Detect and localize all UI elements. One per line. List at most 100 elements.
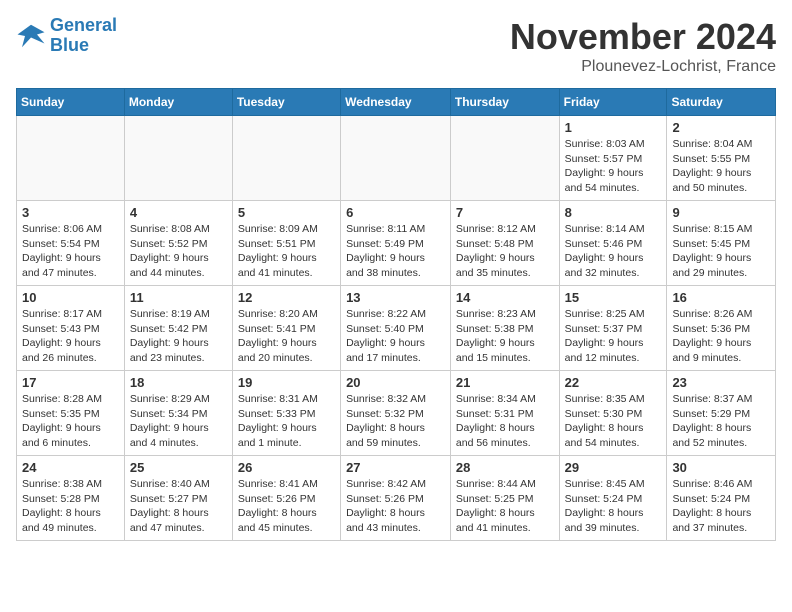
calendar-cell: 13 Sunrise: 8:22 AM Sunset: 5:40 PM Dayli… (341, 286, 451, 371)
column-header-friday: Friday (559, 89, 667, 116)
day-info: Sunrise: 8:15 AM Sunset: 5:45 PM Dayligh… (672, 222, 770, 281)
calendar-cell: 4 Sunrise: 8:08 AM Sunset: 5:52 PM Daylig… (124, 201, 232, 286)
day-info: Sunrise: 8:32 AM Sunset: 5:32 PM Dayligh… (346, 392, 445, 451)
day-number: 10 (22, 290, 119, 305)
column-header-sunday: Sunday (17, 89, 125, 116)
day-number: 18 (130, 375, 227, 390)
location: Plounevez-Lochrist, France (510, 58, 776, 76)
calendar-cell (17, 116, 125, 201)
day-number: 28 (456, 460, 554, 475)
day-info: Sunrise: 8:46 AM Sunset: 5:24 PM Dayligh… (672, 477, 770, 536)
day-info: Sunrise: 8:35 AM Sunset: 5:30 PM Dayligh… (565, 392, 662, 451)
day-info: Sunrise: 8:08 AM Sunset: 5:52 PM Dayligh… (130, 222, 227, 281)
calendar-cell: 25 Sunrise: 8:40 AM Sunset: 5:27 PM Dayli… (124, 456, 232, 541)
day-info: Sunrise: 8:20 AM Sunset: 5:41 PM Dayligh… (238, 307, 335, 366)
day-number: 22 (565, 375, 662, 390)
logo-text: General Blue (50, 16, 117, 56)
calendar-cell: 23Sunrise: 8:37 AM Sunset: 5:29 PM Dayli… (667, 371, 776, 456)
calendar-cell: 16 Sunrise: 8:26 AM Sunset: 5:36 PM Dayli… (667, 286, 776, 371)
day-number: 27 (346, 460, 445, 475)
day-number: 30 (672, 460, 770, 475)
day-number: 9 (672, 205, 770, 220)
logo: General Blue (16, 16, 117, 56)
day-number: 24 (22, 460, 119, 475)
day-number: 26 (238, 460, 335, 475)
day-number: 2 (672, 120, 770, 135)
calendar-cell: 18 Sunrise: 8:29 AM Sunset: 5:34 PM Dayli… (124, 371, 232, 456)
day-number: 16 (672, 290, 770, 305)
calendar-cell: 29Sunrise: 8:45 AM Sunset: 5:24 PM Dayli… (559, 456, 667, 541)
day-info: Sunrise: 8:45 AM Sunset: 5:24 PM Dayligh… (565, 477, 662, 536)
calendar-cell: 24 Sunrise: 8:38 AM Sunset: 5:28 PM Dayli… (17, 456, 125, 541)
day-info: Sunrise: 8:42 AM Sunset: 5:26 PM Dayligh… (346, 477, 445, 536)
day-info: Sunrise: 8:17 AM Sunset: 5:43 PM Dayligh… (22, 307, 119, 366)
calendar-cell: 9 Sunrise: 8:15 AM Sunset: 5:45 PM Daylig… (667, 201, 776, 286)
calendar-cell: 19Sunrise: 8:31 AM Sunset: 5:33 PM Dayli… (232, 371, 340, 456)
day-info: Sunrise: 8:28 AM Sunset: 5:35 PM Dayligh… (22, 392, 119, 451)
calendar-week-row: 1 Sunrise: 8:03 AM Sunset: 5:57 PM Daylig… (17, 116, 776, 201)
day-info: Sunrise: 8:44 AM Sunset: 5:25 PM Dayligh… (456, 477, 554, 536)
day-info: Sunrise: 8:11 AM Sunset: 5:49 PM Dayligh… (346, 222, 445, 281)
calendar-cell: 8 Sunrise: 8:14 AM Sunset: 5:46 PM Daylig… (559, 201, 667, 286)
day-number: 13 (346, 290, 445, 305)
day-info: Sunrise: 8:40 AM Sunset: 5:27 PM Dayligh… (130, 477, 227, 536)
calendar-cell: 15 Sunrise: 8:25 AM Sunset: 5:37 PM Dayli… (559, 286, 667, 371)
calendar-cell: 3 Sunrise: 8:06 AM Sunset: 5:54 PM Daylig… (17, 201, 125, 286)
calendar-cell: 12 Sunrise: 8:20 AM Sunset: 5:41 PM Dayli… (232, 286, 340, 371)
calendar-cell: 28 Sunrise: 8:44 AM Sunset: 5:25 PM Dayli… (450, 456, 559, 541)
logo-icon (16, 21, 46, 51)
day-info: Sunrise: 8:29 AM Sunset: 5:34 PM Dayligh… (130, 392, 227, 451)
calendar-cell: 22 Sunrise: 8:35 AM Sunset: 5:30 PM Dayli… (559, 371, 667, 456)
day-info: Sunrise: 8:19 AM Sunset: 5:42 PM Dayligh… (130, 307, 227, 366)
day-info: Sunrise: 8:12 AM Sunset: 5:48 PM Dayligh… (456, 222, 554, 281)
column-header-monday: Monday (124, 89, 232, 116)
day-number: 3 (22, 205, 119, 220)
day-info: Sunrise: 8:34 AM Sunset: 5:31 PM Dayligh… (456, 392, 554, 451)
calendar-table: SundayMondayTuesdayWednesdayThursdayFrid… (16, 88, 776, 541)
day-info: Sunrise: 8:38 AM Sunset: 5:28 PM Dayligh… (22, 477, 119, 536)
day-number: 14 (456, 290, 554, 305)
column-header-tuesday: Tuesday (232, 89, 340, 116)
calendar-week-row: 17 Sunrise: 8:28 AM Sunset: 5:35 PM Dayli… (17, 371, 776, 456)
calendar-cell: 20 Sunrise: 8:32 AM Sunset: 5:32 PM Dayli… (341, 371, 451, 456)
day-number: 11 (130, 290, 227, 305)
day-number: 20 (346, 375, 445, 390)
calendar-cell (124, 116, 232, 201)
day-info: Sunrise: 8:04 AM Sunset: 5:55 PM Dayligh… (672, 137, 770, 196)
calendar-cell: 30 Sunrise: 8:46 AM Sunset: 5:24 PM Dayli… (667, 456, 776, 541)
day-number: 8 (565, 205, 662, 220)
calendar-cell: 2 Sunrise: 8:04 AM Sunset: 5:55 PM Daylig… (667, 116, 776, 201)
calendar-cell (450, 116, 559, 201)
column-header-wednesday: Wednesday (341, 89, 451, 116)
day-info: Sunrise: 8:37 AM Sunset: 5:29 PM Dayligh… (672, 392, 770, 451)
day-number: 12 (238, 290, 335, 305)
calendar-cell: 7 Sunrise: 8:12 AM Sunset: 5:48 PM Daylig… (450, 201, 559, 286)
day-number: 21 (456, 375, 554, 390)
calendar-cell (232, 116, 340, 201)
calendar-cell: 10 Sunrise: 8:17 AM Sunset: 5:43 PM Dayli… (17, 286, 125, 371)
day-number: 17 (22, 375, 119, 390)
column-header-thursday: Thursday (450, 89, 559, 116)
calendar-cell: 5Sunrise: 8:09 AM Sunset: 5:51 PM Daylig… (232, 201, 340, 286)
day-info: Sunrise: 8:22 AM Sunset: 5:40 PM Dayligh… (346, 307, 445, 366)
calendar-week-row: 3 Sunrise: 8:06 AM Sunset: 5:54 PM Daylig… (17, 201, 776, 286)
page-header: General Blue November 2024 Plounevez-Loc… (16, 16, 776, 76)
day-number: 15 (565, 290, 662, 305)
calendar-cell: 17 Sunrise: 8:28 AM Sunset: 5:35 PM Dayli… (17, 371, 125, 456)
calendar-cell: 1 Sunrise: 8:03 AM Sunset: 5:57 PM Daylig… (559, 116, 667, 201)
day-number: 1 (565, 120, 662, 135)
calendar-cell: 27 Sunrise: 8:42 AM Sunset: 5:26 PM Dayli… (341, 456, 451, 541)
day-info: Sunrise: 8:23 AM Sunset: 5:38 PM Dayligh… (456, 307, 554, 366)
day-info: Sunrise: 8:14 AM Sunset: 5:46 PM Dayligh… (565, 222, 662, 281)
calendar-cell: 21 Sunrise: 8:34 AM Sunset: 5:31 PM Dayli… (450, 371, 559, 456)
column-header-saturday: Saturday (667, 89, 776, 116)
day-info: Sunrise: 8:06 AM Sunset: 5:54 PM Dayligh… (22, 222, 119, 281)
day-number: 4 (130, 205, 227, 220)
day-info: Sunrise: 8:26 AM Sunset: 5:36 PM Dayligh… (672, 307, 770, 366)
day-number: 7 (456, 205, 554, 220)
day-info: Sunrise: 8:25 AM Sunset: 5:37 PM Dayligh… (565, 307, 662, 366)
day-number: 25 (130, 460, 227, 475)
month-title: November 2024 (510, 16, 776, 58)
day-info: Sunrise: 8:03 AM Sunset: 5:57 PM Dayligh… (565, 137, 662, 196)
calendar-cell: 14 Sunrise: 8:23 AM Sunset: 5:38 PM Dayli… (450, 286, 559, 371)
